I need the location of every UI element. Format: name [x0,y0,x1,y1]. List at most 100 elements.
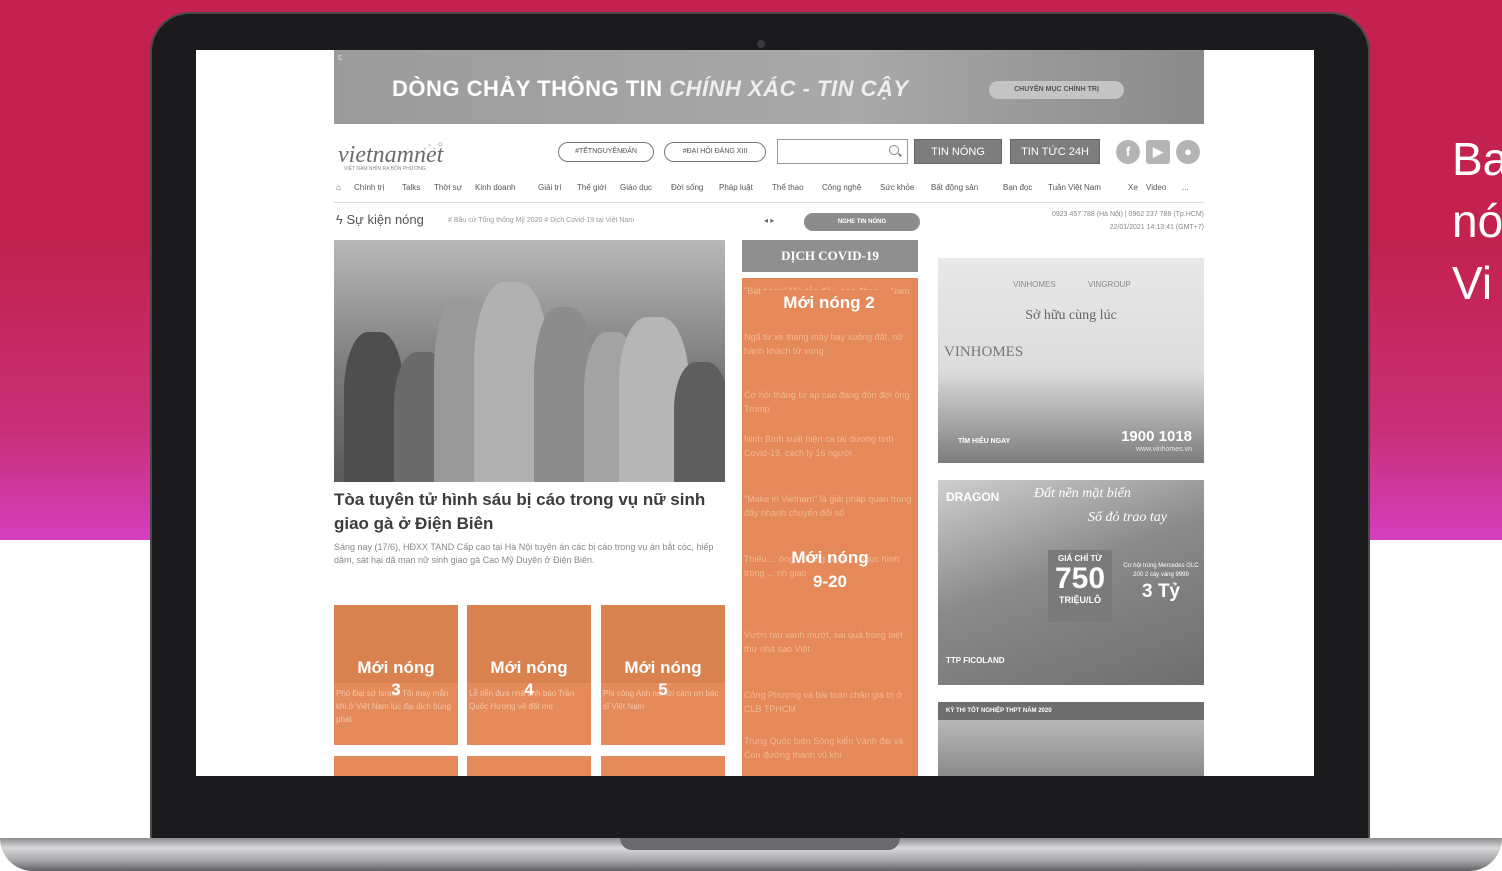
nav-item-thoi-su[interactable]: Thời sự [434,183,462,192]
tag-pill-tet[interactable]: #TẾTNGUYÊNĐÁN [558,142,654,162]
side-caption-line-2: nó [1452,195,1502,247]
ad-slogan: Sở hữu cùng lúc [1025,308,1117,323]
covid-news-list: "Bạt hàng" Mỹ dẫn đầu, kéo động ... Nam … [742,278,918,776]
news-24h-button[interactable]: TIN TỨC 24H [1010,139,1100,164]
covid-news-item[interactable]: Cơ hội thăng từ áp cáo đang đón đợi ông … [744,388,912,416]
laptop-screen: c DÒNG CHẢY THÔNG TIN CHÍNH XÁC - TIN CẬ… [196,50,1314,776]
nav-item-doi-song[interactable]: Đời sống [671,183,703,192]
search-input[interactable] [778,140,878,163]
ad-name: VINHOMES [944,344,1024,360]
exam-section-header[interactable]: KỲ THI TỐT NGHIỆP THPT NĂM 2020 [938,702,1204,720]
tile-overlay-label: Mới nóng 4 [467,657,591,701]
nav-item-chinh-tri[interactable]: Chính trị [354,183,384,192]
nav-item-bat-dong-san[interactable]: Bất động sản [931,183,978,192]
side-caption-line-3: Vi [1452,257,1493,309]
top-banner[interactable]: c DÒNG CHẢY THÔNG TIN CHÍNH XÁC - TIN CẬ… [334,50,1204,124]
tile-label-line-2: 4 [524,680,534,699]
banner-corner-mark: c [338,52,343,62]
ad-slogan-2: Sổ đỏ trao tay [1088,510,1167,525]
nav-item-giao-duc[interactable]: Giáo dục [620,183,652,192]
hot-news-button[interactable]: TIN NÓNG [914,139,1002,164]
home-icon[interactable]: ⌂ [336,183,341,192]
nav-item-suc-khoe[interactable]: Sức khỏe [880,183,914,192]
hero-headline[interactable]: Tòa tuyên tử hình sáu bị cáo trong vụ nữ… [334,488,725,536]
promo-stage: Ba nó Vi c DÒNG CHẢY THÔNG TIN CHÍNH XÁC… [0,0,1502,871]
news-tile-next[interactable] [601,756,725,776]
exam-section-image[interactable] [938,720,1204,776]
ad-price-box: GIÁ CHỈ TỪ 750 TRIỆU/LÔ [1048,550,1112,622]
facebook-icon[interactable]: f [1116,140,1140,164]
ad-slogan-1: Đất nền mặt biển [1034,486,1131,501]
camera-icon [757,40,765,48]
news-tile-3[interactable]: Phó Đại sứ Israel: Tôi may mắn khi ở Việ… [334,605,458,745]
vinhomes-ad[interactable]: VINHOMES VINGROUP Sở hữu cùng lúc VINHOM… [938,258,1204,463]
ad-phone: 1900 1018 [1121,428,1192,445]
side-caption-line-1: Ba [1452,133,1502,185]
listen-hot-news-button[interactable]: NGHE TIN NÓNG [804,213,920,231]
ad-brand-vingroup: VINGROUP [1088,280,1131,289]
nav-item-phap-luat[interactable]: Pháp luật [719,183,753,192]
hero-description: Sáng nay (17/6), HĐXX TAND Cấp cao tại H… [334,542,714,565]
nav-item-giai-tri[interactable]: Giải trí [538,183,562,192]
ad-cta[interactable]: TÌM HIỂU NGAY [958,438,1010,445]
banner-button[interactable]: CHUYÊN MỤC CHÍNH TRỊ [989,81,1124,99]
news-tile-next[interactable] [467,756,591,776]
hot-event-tags[interactable]: # Bầu cử Tổng thống Mỹ 2020 # Dịch Covid… [448,217,634,224]
search-icon[interactable] [889,145,899,155]
contact-info: 0923 457 788 (Hà Nội) | 0962 237 788 (Tp… [974,208,1204,234]
ad-brand-vinhomes: VINHOMES [1013,280,1056,289]
ad-footer-logos: TTP FICOLAND [946,656,1005,665]
banner-title-italic: CHÍNH XÁC - TIN CẬY [669,76,909,101]
website: c DÒNG CHẢY THÔNG TIN CHÍNH XÁC - TIN CẬ… [334,50,1204,776]
covid-news-item[interactable]: Công Phượng và bài toán chân giá trị ở C… [744,688,912,716]
nav-more-icon[interactable]: ... [1182,183,1189,192]
covid-label-mid-line-1: Mới nóng [791,548,869,567]
ad-prize-total: 3 Tỷ [1141,581,1181,602]
covid-news-item[interactable]: "Make in Vietnam" là giải pháp quan trọn… [744,492,912,520]
logo-decoration-icon: ·:·° [422,140,444,157]
nav-item-the-thao[interactable]: Thể thao [772,183,804,192]
covid-label-mid-line-2: 9-20 [812,572,848,591]
hot-events-label: ϟ Sự kiện nóng [336,212,424,227]
covid-section-header[interactable]: DỊCH COVID-19 [742,240,918,272]
nav-item-tuan-viet-nam[interactable]: Tuần Việt Nam [1048,183,1101,192]
nav-item-talks[interactable]: Talks [402,183,420,192]
tag-pill-dai-hoi[interactable]: #ĐẠI HỘI ĐẢNG XIII [664,142,766,162]
ad-brand-dragon: DRAGON [946,490,1000,504]
event-nav-arrows[interactable]: ◂ ▸ [764,216,774,225]
news-tile-next[interactable] [334,756,458,776]
ad-prize: Cơ hội trúng Mercedes GLC 200 2 cây vàng… [1122,562,1200,604]
ad-website: www.vinhomes.vn [1135,446,1192,453]
nav-item-the-gioi[interactable]: Thế giới [577,183,606,192]
nav-divider [334,202,1204,203]
side-caption: Ba nó Vi [1452,128,1502,314]
tile-label-line-2: 5 [658,680,668,699]
tile-label-line-1: Mới nóng [490,658,568,677]
hero-image[interactable] [334,240,725,482]
nav-item-cong-nghe[interactable]: Công nghệ [822,183,861,192]
search-box[interactable] [777,139,908,164]
news-tile-4[interactable]: Lễ tiễn đưa nhà tình báo Trần Quốc Hương… [467,605,591,745]
covid-overlay-label-top: Mới nóng 2 [764,290,894,318]
nav-item-ban-doc[interactable]: Bạn đọc [1003,183,1032,192]
covid-news-item[interactable]: Ngã từ xe thang máy bay xuống đất, nữ hà… [744,330,912,358]
nav-item-xe[interactable]: Xe [1128,183,1138,192]
user-icon[interactable]: ● [1176,140,1200,164]
covid-news-item[interactable]: Ninh Bình xuất hiện ca tái dương tính Co… [744,432,912,460]
tile-overlay-label: Mới nóng 5 [601,657,725,701]
banner-title: DÒNG CHẢY THÔNG TIN CHÍNH XÁC - TIN CẬY [392,76,909,102]
nav-item-kinh-doanh[interactable]: Kinh doanh [475,183,515,192]
tile-label-line-1: Mới nóng [357,658,435,677]
dragon-ad[interactable]: DRAGON Đất nền mặt biển Sổ đỏ trao tay G… [938,480,1204,685]
covid-news-item[interactable]: Vườn rau xanh mướt, sai quả trong biệt t… [744,628,912,656]
hotline-text: 0923 457 788 (Hà Nội) | 0962 237 788 (Tp… [1051,211,1204,218]
youtube-icon[interactable]: ▶ [1146,140,1170,164]
news-tile-5[interactable]: Phi công Anh nói lời cảm ơn bác sĩ Việt … [601,605,725,745]
tile-label-line-2: 3 [391,680,401,699]
covid-news-item[interactable]: Trung Quốc biên Sông kiến Vành đai và Co… [744,734,912,762]
site-logo[interactable]: vietnamnet ·:·° VIỆT NAM NHÌN RA BỐN PHƯ… [334,136,494,176]
ad-price: 750 [1054,562,1106,595]
datetime-text: 22/01/2021 14:13:41 (GMT+7) [1109,224,1204,231]
laptop-notch [620,838,900,850]
nav-item-video[interactable]: Video [1146,183,1166,192]
